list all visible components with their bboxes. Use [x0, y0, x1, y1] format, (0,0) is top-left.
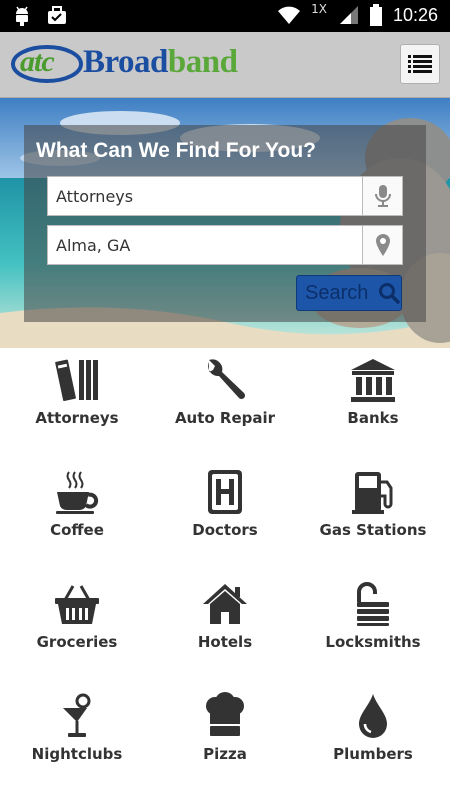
map-pin-icon [375, 234, 390, 256]
android-debug-icon [16, 6, 28, 26]
briefcase-check-icon [48, 6, 66, 24]
category-label: Auto Repair [174, 409, 276, 427]
category-locksmiths[interactable]: Locksmiths [298, 572, 448, 684]
gas-pump-icon [352, 472, 393, 514]
category-nightclubs[interactable]: Nightclubs [2, 684, 152, 796]
clock: 10:26 [392, 4, 438, 25]
category-coffee[interactable]: Coffee [2, 460, 152, 572]
chef-hat-icon [206, 692, 244, 736]
category-hotels[interactable]: Hotels [150, 572, 300, 684]
what-input[interactable] [48, 177, 363, 215]
padlock-icon [357, 582, 389, 626]
category-label: Banks [347, 409, 399, 427]
category-label: Nightclubs [31, 745, 123, 763]
status-bar: 1X 10:26 [0, 0, 450, 32]
category-plumbers[interactable]: Plumbers [298, 684, 448, 796]
menu-button[interactable] [400, 44, 440, 84]
bank-icon [351, 359, 395, 402]
logo-band-text: band [167, 44, 238, 80]
category-gas-stations[interactable]: Gas Stations [298, 460, 448, 572]
hospital-icon [208, 470, 242, 514]
category-label: Pizza [203, 745, 247, 763]
category-doctors[interactable]: Doctors [150, 460, 300, 572]
category-attorneys[interactable]: Attorneys [2, 348, 152, 460]
wrench-icon [208, 359, 246, 400]
hero-banner: What Can We Find For You? Attorneys Alma… [0, 98, 450, 348]
category-grid: Attorneys Auto Repair Banks Coffee Docto… [0, 348, 450, 800]
cocktail-icon [63, 693, 91, 737]
category-label: Plumbers [333, 745, 413, 763]
logo-atc-text: atc [20, 45, 55, 78]
house-icon [203, 584, 247, 624]
basket-icon [55, 585, 99, 624]
category-label: Groceries [36, 633, 118, 651]
search-button-label: Search [305, 281, 369, 304]
logo-broad-text: Broad [83, 44, 168, 80]
where-input[interactable] [48, 226, 363, 264]
water-drop-icon [359, 694, 387, 738]
voice-search-button[interactable] [362, 177, 402, 215]
wifi-icon [278, 6, 301, 24]
category-groceries[interactable]: Groceries [2, 572, 152, 684]
category-label: Attorneys [35, 409, 119, 427]
atc-broadband-logo[interactable]: atc Broadband [10, 42, 270, 88]
logo-brand-text: Broadband [83, 44, 238, 81]
microphone-icon [374, 185, 391, 207]
category-banks[interactable]: Banks [298, 348, 448, 460]
coffee-cup-icon [56, 471, 99, 514]
network-type-label: 1X [311, 2, 327, 16]
where-field [47, 225, 403, 265]
category-pizza[interactable]: Pizza [150, 684, 300, 796]
category-auto-repair[interactable]: Auto Repair [150, 348, 300, 460]
app-header: atc Broadband [0, 32, 450, 98]
search-button[interactable]: Search [296, 275, 402, 311]
category-label: Coffee [50, 521, 104, 539]
category-label: Locksmiths [325, 633, 421, 651]
category-label: Gas Stations [319, 521, 427, 539]
battery-icon [369, 4, 382, 26]
books-icon [55, 359, 98, 402]
list-menu-icon [408, 55, 432, 73]
search-title: What Can We Find For You? [36, 139, 316, 162]
search-panel: What Can We Find For You? Attorneys Alma… [24, 125, 426, 322]
current-location-button[interactable] [362, 226, 402, 264]
category-label: Doctors [192, 521, 258, 539]
what-field [47, 176, 403, 216]
search-icon [379, 283, 401, 304]
signal-icon [339, 6, 358, 24]
category-label: Hotels [197, 633, 253, 651]
